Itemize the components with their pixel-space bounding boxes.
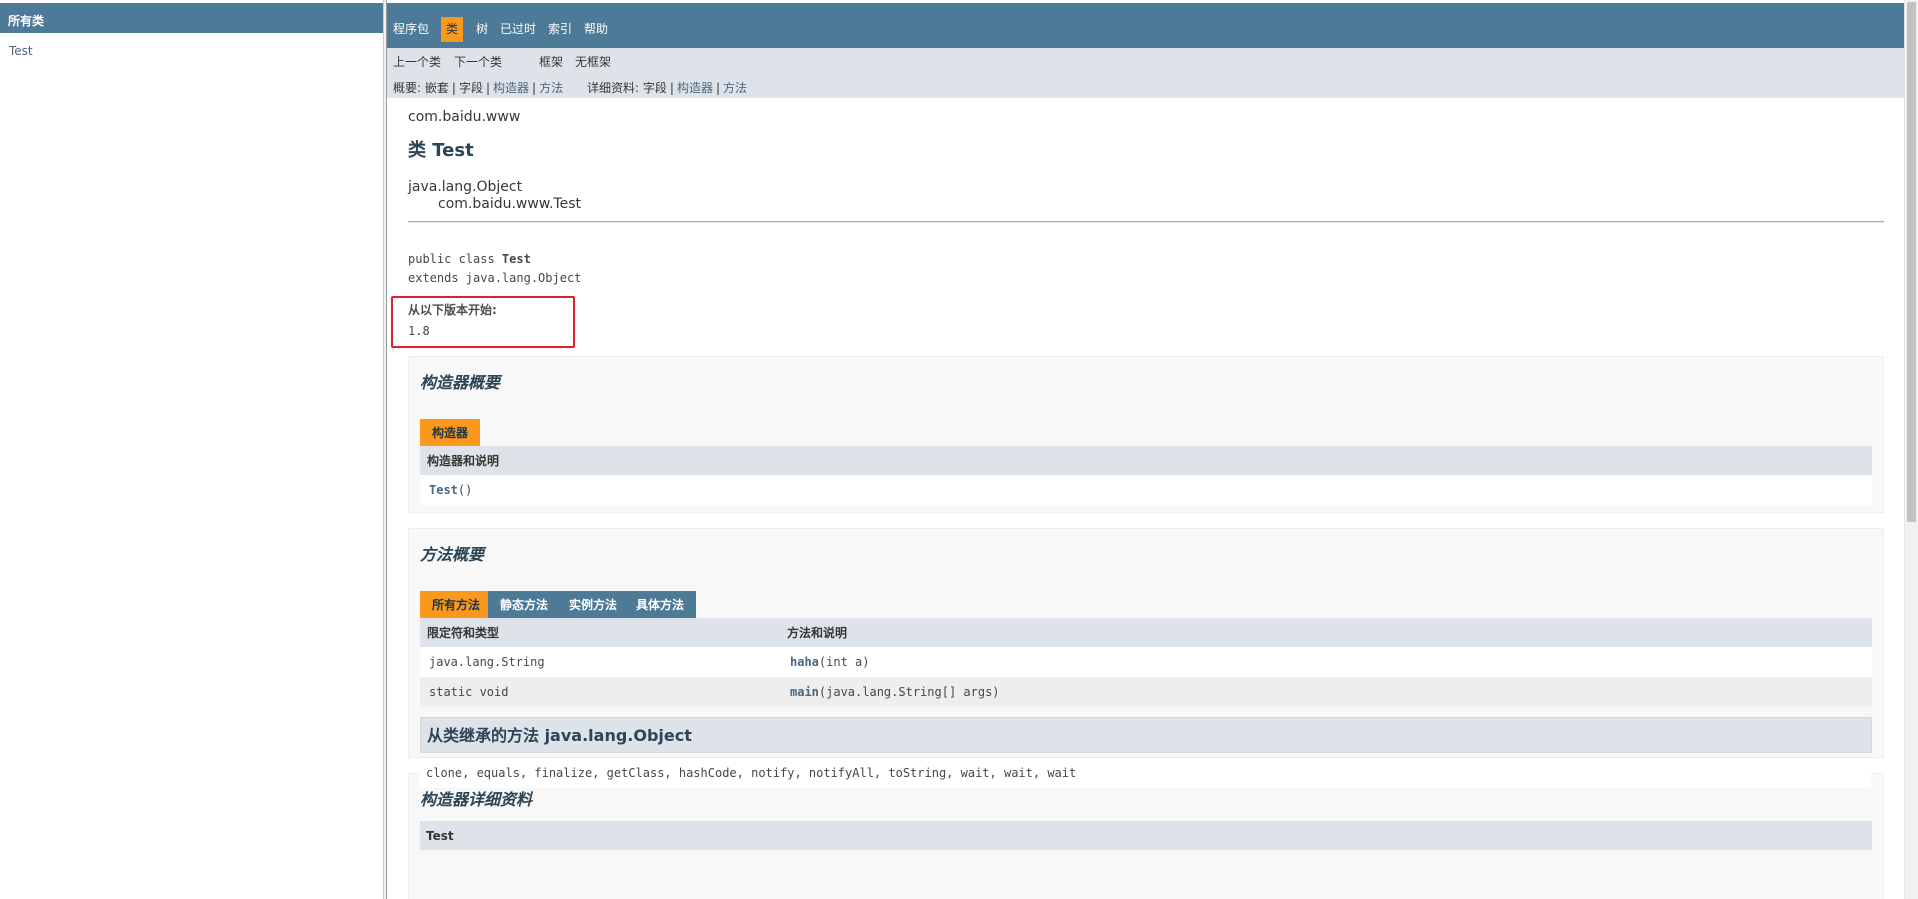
all-classes-frame: 所有类 Test (0, 0, 383, 899)
summary-links: 概要: 嵌套 | 字段 | 构造器 | 方法 (393, 81, 564, 95)
inheritance-root: java.lang.Object (408, 179, 523, 195)
frames-link[interactable]: 框架 (539, 53, 563, 70)
class-frame: 程序包 类 树 已过时 索引 帮助 上一个类 下一个类 框架 无框架 概要: 嵌… (387, 0, 1904, 899)
nav-class: 类 (441, 17, 464, 42)
method-link-haha[interactable]: haha (790, 655, 819, 669)
nav-deprecated[interactable]: 已过时 (500, 17, 536, 42)
class-name: Test (501, 252, 531, 266)
nav-tree[interactable]: 树 (476, 17, 488, 42)
detail-field: 字段 (642, 81, 667, 95)
detail-method-link[interactable]: 方法 (723, 81, 747, 95)
tab-instance-methods[interactable]: 实例方法 (557, 591, 630, 618)
summary-nested: 嵌套 (424, 81, 449, 95)
method-type: java.lang.String (429, 655, 545, 669)
summary-constructor-link[interactable]: 构造器 (493, 81, 529, 95)
inheritance-class: com.baidu.www.Test (438, 196, 582, 212)
column-method-desc: 方法和说明 (787, 626, 848, 640)
inherited-methods-header: 从类继承的方法 java.lang.Object (420, 717, 1872, 753)
since-value: 1.8 (408, 324, 430, 338)
scrollbar-thumb[interactable] (1907, 2, 1916, 522)
method-table-header: 限定符和类型 方法和说明 (420, 618, 1872, 647)
nav-index[interactable]: 索引 (548, 17, 572, 42)
summary-label: 概要: (393, 81, 422, 95)
prev-class-link[interactable]: 上一个类 (393, 53, 441, 70)
table-row: java.lang.String haha(int a) (420, 647, 1872, 677)
table-row: static void main(java.lang.String[] args… (420, 677, 1872, 707)
class-link-test[interactable]: Test (9, 44, 33, 58)
all-classes-header: 所有类 (0, 3, 383, 33)
divider-line (408, 221, 1884, 223)
nav-help[interactable]: 帮助 (584, 17, 608, 42)
sub-nav-bar: 上一个类 下一个类 框架 无框架 概要: 嵌套 | 字段 | 构造器 | 方法 详细资料: … (387, 48, 1904, 98)
constructor-detail-item-header: Test (420, 821, 1872, 850)
method-summary-block: 方法概要 所有方法 静态方法 实例方法 具体方法 限定符和类型 方法和说明 ja… (408, 528, 1884, 758)
method-link-main[interactable]: main (790, 685, 819, 699)
tab-static-methods[interactable]: 静态方法 (488, 591, 561, 618)
constructor-caption: 构造器 (420, 419, 481, 446)
inherited-methods-list: clone, equals, finalize, getClass, hashC… (419, 758, 1871, 788)
top-nav-bar: 程序包 类 树 已过时 索引 帮助 (387, 3, 1904, 48)
class-list: Test (9, 44, 33, 58)
column-modifier-type: 限定符和类型 (427, 626, 500, 640)
table-row: Test() (420, 475, 1872, 505)
class-signature: public class Test (408, 252, 531, 266)
method-type: static void (429, 685, 509, 699)
detail-constructor-link[interactable]: 构造器 (677, 81, 713, 95)
detail-label: 详细资料: (587, 81, 640, 95)
detail-links: 详细资料: 字段 | 构造器 | 方法 (587, 81, 748, 95)
class-extends: extends java.lang.Object (408, 271, 582, 285)
next-class-link[interactable]: 下一个类 (454, 53, 502, 70)
summary-field: 字段 (458, 81, 483, 95)
constructor-detail-title: 构造器详细资料 (420, 790, 533, 809)
since-label: 从以下版本开始: (408, 303, 497, 317)
constructor-link-test[interactable]: Test (429, 483, 458, 497)
tab-concrete-methods[interactable]: 具体方法 (624, 591, 697, 618)
no-frames-link[interactable]: 无框架 (575, 53, 611, 70)
constructor-summary-title: 构造器概要 (420, 373, 501, 392)
package-label: com.baidu.www (408, 109, 521, 125)
nav-package[interactable]: 程序包 (393, 17, 429, 42)
tab-all-methods[interactable]: 所有方法 (420, 591, 493, 618)
constructor-table-header: 构造器和说明 (420, 446, 1872, 475)
page-title: 类 Test (408, 140, 474, 161)
method-summary-title: 方法概要 (420, 545, 485, 564)
constructor-detail-block: 构造器详细资料 Test (408, 773, 1884, 899)
vertical-scrollbar[interactable] (1904, 0, 1918, 899)
summary-method-link[interactable]: 方法 (539, 81, 563, 95)
constructor-summary-block: 构造器概要 构造器 构造器和说明 Test() (408, 356, 1884, 513)
